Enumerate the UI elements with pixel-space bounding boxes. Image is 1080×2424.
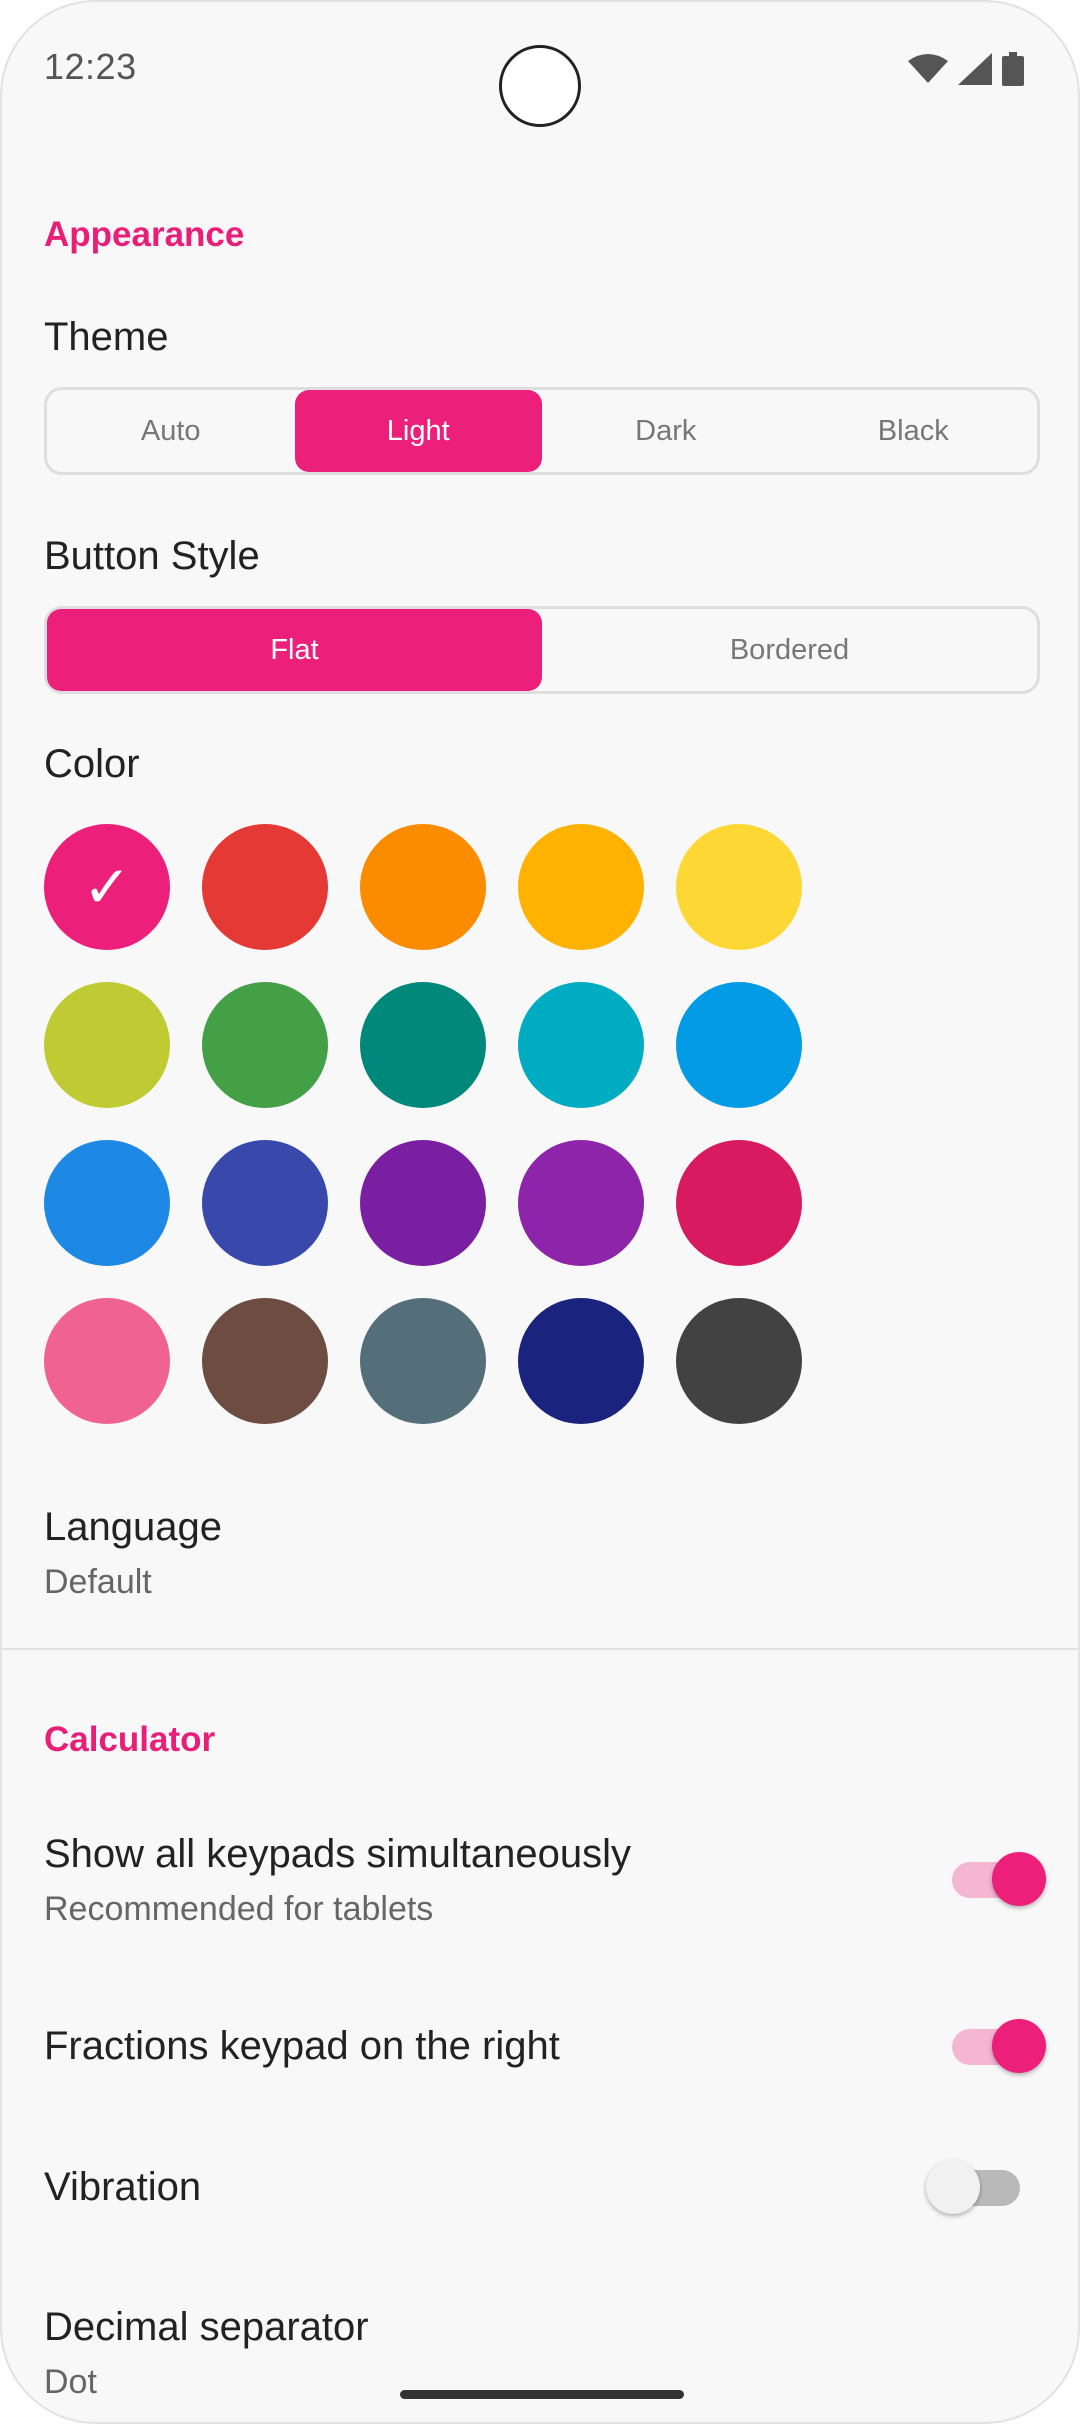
color-swatch[interactable] bbox=[202, 824, 328, 950]
color-swatch[interactable] bbox=[44, 982, 170, 1108]
battery-icon bbox=[1002, 52, 1024, 86]
theme-option-dark[interactable]: Dark bbox=[542, 390, 790, 472]
color-swatch[interactable] bbox=[360, 1140, 486, 1266]
decimal-separator-label[interactable]: Decimal separator bbox=[44, 2305, 369, 2350]
color-swatch[interactable] bbox=[44, 1140, 170, 1266]
button-style-option-flat[interactable]: Flat bbox=[47, 609, 542, 691]
show-all-keypads-label[interactable]: Show all keypads simultaneously bbox=[44, 1832, 631, 1877]
calculator-section-title: Calculator bbox=[44, 1720, 216, 1759]
theme-selector: Auto Light Dark Black bbox=[44, 387, 1040, 475]
vibration-toggle[interactable] bbox=[926, 2160, 1024, 2214]
color-swatch[interactable] bbox=[676, 1140, 802, 1266]
show-all-keypads-sublabel: Recommended for tablets bbox=[44, 1890, 434, 1928]
toggle-thumb bbox=[992, 1852, 1046, 1906]
status-time: 12:23 bbox=[44, 46, 137, 87]
theme-option-auto[interactable]: Auto bbox=[47, 390, 295, 472]
button-style-selector: Flat Bordered bbox=[44, 606, 1040, 694]
color-swatch[interactable] bbox=[676, 1298, 802, 1424]
color-swatch[interactable] bbox=[518, 1298, 644, 1424]
fractions-right-label[interactable]: Fractions keypad on the right bbox=[44, 2024, 560, 2069]
color-swatch[interactable] bbox=[360, 1298, 486, 1424]
theme-label: Theme bbox=[44, 315, 169, 359]
color-swatch[interactable] bbox=[518, 982, 644, 1108]
language-value: Default bbox=[44, 1563, 152, 1601]
show-all-keypads-toggle[interactable] bbox=[948, 1852, 1046, 1906]
color-swatch[interactable] bbox=[518, 1140, 644, 1266]
color-palette: ✓ bbox=[44, 824, 802, 1424]
color-swatch[interactable] bbox=[202, 982, 328, 1108]
decimal-separator-value: Dot bbox=[44, 2363, 97, 2401]
color-label: Color bbox=[44, 742, 140, 786]
appearance-section-title: Appearance bbox=[44, 215, 245, 254]
vibration-label[interactable]: Vibration bbox=[44, 2165, 201, 2210]
color-swatch[interactable] bbox=[202, 1298, 328, 1424]
wifi-icon bbox=[908, 54, 948, 83]
button-style-option-bordered[interactable]: Bordered bbox=[542, 609, 1037, 691]
color-swatch[interactable] bbox=[360, 824, 486, 950]
status-icons bbox=[908, 52, 1024, 86]
toggle-thumb bbox=[926, 2160, 980, 2214]
language-label[interactable]: Language bbox=[44, 1505, 222, 1550]
theme-option-light[interactable]: Light bbox=[294, 390, 542, 472]
theme-option-black[interactable]: Black bbox=[790, 390, 1038, 472]
toggle-thumb bbox=[992, 2019, 1046, 2073]
color-swatch[interactable]: ✓ bbox=[44, 824, 170, 950]
color-swatch[interactable] bbox=[676, 982, 802, 1108]
check-icon: ✓ bbox=[82, 853, 132, 921]
phone-screen: 12:23 Appearance Theme Auto Light Dark B… bbox=[0, 0, 1080, 2424]
home-indicator[interactable] bbox=[400, 2390, 684, 2399]
color-swatch[interactable] bbox=[44, 1298, 170, 1424]
color-swatch[interactable] bbox=[518, 824, 644, 950]
color-swatch[interactable] bbox=[202, 1140, 328, 1266]
section-divider bbox=[2, 1648, 1078, 1650]
color-swatch[interactable] bbox=[360, 982, 486, 1108]
color-swatch[interactable] bbox=[676, 824, 802, 950]
fractions-right-toggle[interactable] bbox=[948, 2019, 1046, 2073]
button-style-label: Button Style bbox=[44, 534, 260, 578]
signal-icon bbox=[958, 53, 992, 85]
camera-cutout bbox=[499, 45, 581, 127]
